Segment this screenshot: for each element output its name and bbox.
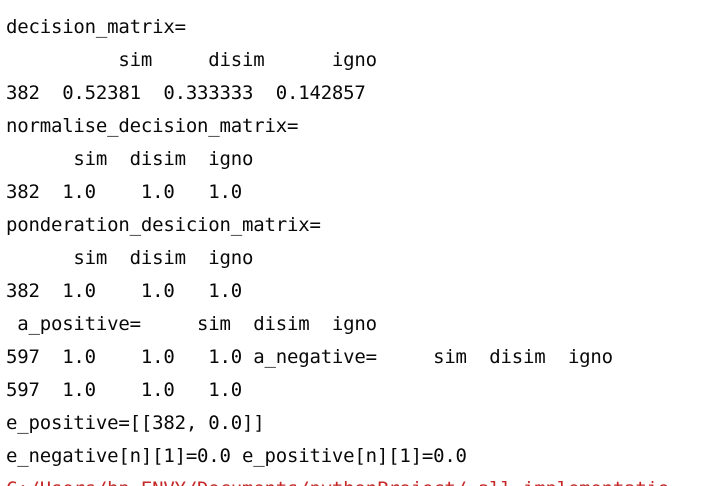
console-line-a-negative-row: 597 1.0 1.0 1.0 <box>6 379 243 401</box>
console-line-e-positive: e_positive=[[382, 0.0]] <box>6 412 265 434</box>
console-line-normalise-row: 382 1.0 1.0 1.0 <box>6 181 243 203</box>
console-line-decision-matrix-label: decision_matrix= <box>6 16 186 38</box>
console-line-ponderation-header: sim disim igno <box>6 247 254 269</box>
console-line-decision-matrix-row: 382 0.52381 0.333333 0.142857 <box>6 82 366 104</box>
console-line-e-negative-e-positive: e_negative[n][1]=0.0 e_positive[n][1]=0.… <box>6 445 467 467</box>
console-line-a-positive-row-and-a-negative-header: 597 1.0 1.0 1.0 a_negative= sim disim ig… <box>6 346 613 368</box>
console-line-error-path[interactable]: C:/Users/hp ENVY/Documents/pythonProject… <box>6 477 669 486</box>
console-line-normalise-label: normalise_decision_matrix= <box>6 115 299 137</box>
console-line-decision-matrix-header: sim disim igno <box>6 49 377 71</box>
console-line-ponderation-label: ponderation_desicion_matrix= <box>6 214 321 236</box>
console-output[interactable]: decision_matrix= sim disim igno 382 0.52… <box>0 0 711 486</box>
console-line-a-positive-header: a_positive= sim disim igno <box>6 313 377 335</box>
console-line-normalise-header: sim disim igno <box>6 148 254 170</box>
console-line-ponderation-row: 382 1.0 1.0 1.0 <box>6 280 243 302</box>
